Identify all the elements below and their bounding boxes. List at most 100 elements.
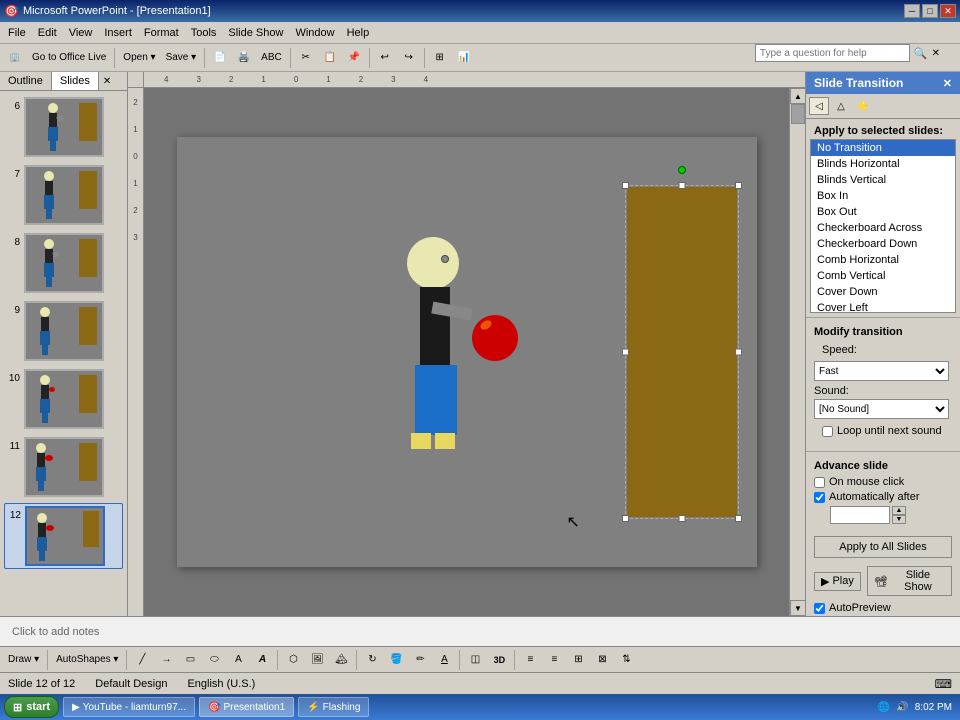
- insert-chart-button[interactable]: 📊: [453, 47, 475, 69]
- wordart-button[interactable]: A: [251, 649, 273, 671]
- cut-button[interactable]: ✂: [295, 47, 317, 69]
- stick-figure-projectile: [472, 315, 518, 361]
- rotate-button[interactable]: ↻: [361, 649, 383, 671]
- menu-item-insert[interactable]: Insert: [98, 25, 138, 41]
- menu-item-format[interactable]: Format: [138, 25, 185, 41]
- open-button[interactable]: Open ▾: [119, 47, 159, 69]
- panel-icon-2[interactable]: △: [831, 97, 851, 115]
- transition-item-comb-h[interactable]: Comb Horizontal: [811, 252, 955, 268]
- sound-select[interactable]: [No Sound] Applause Arrow Camera: [814, 399, 949, 419]
- autopreview-checkbox[interactable]: [814, 603, 825, 614]
- undo-button[interactable]: ↩: [374, 47, 396, 69]
- slide-thumb-12[interactable]: 12: [4, 503, 123, 569]
- autoshapes-button[interactable]: AutoShapes ▾: [52, 649, 122, 671]
- menu-item-view[interactable]: View: [63, 25, 99, 41]
- apply-to-all-button[interactable]: Apply to All Slides: [814, 536, 952, 558]
- fill-color-button[interactable]: 🪣: [385, 649, 407, 671]
- slide-panel-close[interactable]: ✕: [99, 74, 115, 89]
- align-right-button[interactable]: ≡: [543, 649, 565, 671]
- slide-thumb-7[interactable]: 7: [4, 163, 123, 227]
- close-button[interactable]: ✕: [940, 4, 956, 18]
- print-button[interactable]: 🖨️: [233, 47, 255, 69]
- auto-after-checkbox[interactable]: [814, 492, 825, 503]
- slide-thumb-9[interactable]: 9: [4, 299, 123, 363]
- draw-button[interactable]: Draw ▾: [4, 649, 43, 671]
- slide-thumb-10[interactable]: 10: [4, 367, 123, 431]
- menu-item-file[interactable]: File: [2, 25, 32, 41]
- arrow-button[interactable]: →: [155, 649, 177, 671]
- close-search-icon[interactable]: ✕: [932, 48, 940, 59]
- office-icon[interactable]: 🏢: [4, 47, 26, 69]
- panel-icon-1[interactable]: ◁: [809, 97, 829, 115]
- tab-outline[interactable]: Outline: [0, 72, 52, 90]
- go-to-office-live-button[interactable]: Go to Office Live: [28, 47, 110, 69]
- panel-icon-3[interactable]: ⭐: [853, 97, 873, 115]
- shadow-button[interactable]: ◫: [464, 649, 486, 671]
- ungroup-button[interactable]: ⊠: [591, 649, 613, 671]
- spell-button[interactable]: ABC: [257, 47, 286, 69]
- minimize-button[interactable]: ─: [904, 4, 920, 18]
- picture-button[interactable]: 🏔: [330, 649, 352, 671]
- slide-canvas[interactable]: ↖: [144, 88, 789, 616]
- transition-item-no-transition[interactable]: No Transition: [811, 140, 955, 156]
- diagram-button[interactable]: ⬡: [282, 649, 304, 671]
- group-button[interactable]: ⊞: [567, 649, 589, 671]
- menu-item-slideshow[interactable]: Slide Show: [222, 25, 289, 41]
- transition-item-checker-across[interactable]: Checkerboard Across: [811, 220, 955, 236]
- slide-thumb-8[interactable]: 8: [4, 231, 123, 295]
- transition-panel: Slide Transition ✕ ◁ △ ⭐ Apply to select…: [805, 72, 960, 616]
- save-button[interactable]: Save ▾: [162, 47, 201, 69]
- auto-time-input[interactable]: 00:00.1: [830, 506, 890, 524]
- slideshow-button[interactable]: 📽 Slide Show: [867, 566, 952, 596]
- speed-select[interactable]: Slow Medium Fast: [814, 361, 949, 381]
- taskbar-app-presentation[interactable]: 🎯 Presentation1: [199, 697, 294, 717]
- scroll-thumb[interactable]: [791, 104, 805, 124]
- font-color-button[interactable]: A: [433, 649, 455, 671]
- transition-item-cover-down[interactable]: Cover Down: [811, 284, 955, 300]
- help-search-input[interactable]: [755, 44, 910, 62]
- new-button[interactable]: 📄: [209, 47, 231, 69]
- line-button[interactable]: ╱: [131, 649, 153, 671]
- slide-thumb-11[interactable]: 11: [4, 435, 123, 499]
- align-left-button[interactable]: ≡: [519, 649, 541, 671]
- transition-item-cover-left[interactable]: Cover Left: [811, 300, 955, 313]
- taskbar-app-flashing[interactable]: ⚡ Flashing: [298, 697, 369, 717]
- transition-item-blinds-h[interactable]: Blinds Horizontal: [811, 156, 955, 172]
- panel-close-icon[interactable]: ✕: [943, 77, 952, 90]
- rect-button[interactable]: ▭: [179, 649, 201, 671]
- transition-item-checker-down[interactable]: Checkerboard Down: [811, 236, 955, 252]
- transition-item-blinds-v[interactable]: Blinds Vertical: [811, 172, 955, 188]
- time-spin-up[interactable]: ▲: [892, 506, 906, 515]
- insert-table-button[interactable]: ⊞: [429, 47, 451, 69]
- menu-item-tools[interactable]: Tools: [185, 25, 223, 41]
- clipart-button[interactable]: 🖼: [306, 649, 328, 671]
- textbox-button[interactable]: A: [227, 649, 249, 671]
- on-mouse-click-checkbox[interactable]: [814, 477, 825, 488]
- reorder-button[interactable]: ⇅: [615, 649, 637, 671]
- transition-item-comb-v[interactable]: Comb Vertical: [811, 268, 955, 284]
- scroll-down-button[interactable]: ▼: [790, 600, 805, 616]
- start-button[interactable]: ⊞ start: [4, 696, 59, 718]
- time-spin-down[interactable]: ▼: [892, 515, 906, 524]
- menu-item-edit[interactable]: Edit: [32, 25, 63, 41]
- oval-button[interactable]: ⬭: [203, 649, 225, 671]
- paste-button[interactable]: 📌: [343, 47, 365, 69]
- transition-item-box-in[interactable]: Box In: [811, 188, 955, 204]
- menu-item-window[interactable]: Window: [289, 25, 340, 41]
- line-color-button[interactable]: ✏: [409, 649, 431, 671]
- notes-area[interactable]: Click to add notes: [0, 616, 960, 646]
- taskbar-app-youtube[interactable]: ▶ YouTube - liamturn97...: [63, 697, 195, 717]
- slide-thumb-6[interactable]: 6: [4, 95, 123, 159]
- menu-item-help[interactable]: Help: [341, 25, 376, 41]
- loop-checkbox[interactable]: [822, 426, 833, 437]
- tab-slides[interactable]: Slides: [52, 72, 99, 90]
- scroll-up-button[interactable]: ▲: [790, 88, 805, 104]
- maximize-button[interactable]: □: [922, 4, 938, 18]
- transition-item-box-out[interactable]: Box Out: [811, 204, 955, 220]
- 3d-button[interactable]: 3D: [488, 649, 510, 671]
- play-button[interactable]: ▶ Play: [814, 572, 861, 591]
- canvas-wrapper: 210123: [128, 88, 805, 616]
- statusbar: Slide 12 of 12 Default Design English (U…: [0, 672, 960, 694]
- copy-button[interactable]: 📋: [319, 47, 341, 69]
- redo-button[interactable]: ↪: [398, 47, 420, 69]
